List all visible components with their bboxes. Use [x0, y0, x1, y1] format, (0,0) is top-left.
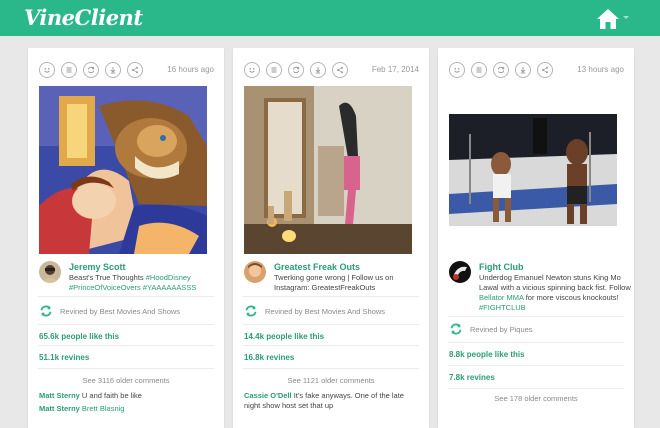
- comment-user[interactable]: Matt Sterny: [39, 391, 80, 400]
- hashtag-link[interactable]: #PrinceOfVoiceOvers: [69, 283, 141, 292]
- username[interactable]: Jeremy Scott: [69, 262, 126, 272]
- older-comments-link[interactable]: See 178 older comments: [438, 394, 634, 403]
- revines-count[interactable]: 16.8k revines: [244, 353, 294, 362]
- comment-user[interactable]: Matt Sterny: [39, 404, 80, 413]
- divider: [38, 296, 214, 297]
- hashtag-link[interactable]: #FIGHTCLUB: [479, 303, 526, 312]
- like-icon[interactable]: [244, 62, 260, 78]
- revine-icon[interactable]: [83, 62, 99, 78]
- divider: [243, 324, 419, 325]
- download-icon[interactable]: [515, 62, 531, 78]
- video-player[interactable]: [39, 86, 207, 254]
- chevron-down-icon[interactable]: [623, 16, 629, 19]
- username[interactable]: Greatest Freak Outs: [274, 262, 360, 272]
- revine-icon[interactable]: [288, 62, 304, 78]
- revines-count[interactable]: 7.8k revines: [449, 373, 495, 382]
- post-description: Underdog Emanuel Newton stuns King Mo La…: [479, 273, 631, 312]
- bellator-link[interactable]: Bellator MMA: [479, 293, 524, 302]
- likes-count[interactable]: 8.8k people like this: [449, 350, 525, 359]
- share-icon[interactable]: [127, 62, 143, 78]
- list-icon[interactable]: [61, 62, 77, 78]
- avatar[interactable]: [449, 261, 471, 283]
- revine-icon[interactable]: [493, 62, 509, 78]
- share-icon[interactable]: [332, 62, 348, 78]
- avatar[interactable]: [39, 261, 61, 283]
- vine-card: 13 hours ago Fight Club Underdog Emanuel…: [438, 48, 634, 428]
- video-player[interactable]: [244, 86, 412, 254]
- divider: [243, 345, 419, 346]
- divider: [448, 342, 624, 343]
- home-icon[interactable]: [596, 8, 620, 30]
- revines-count[interactable]: 51.1k revines: [39, 353, 89, 362]
- list-icon[interactable]: [266, 62, 282, 78]
- revined-by: Revined by Best Movies And Shows: [265, 307, 386, 316]
- revine-icon: [245, 305, 257, 317]
- video-player[interactable]: [449, 114, 617, 226]
- divider: [448, 388, 624, 389]
- divider: [243, 368, 419, 369]
- like-icon[interactable]: [449, 62, 465, 78]
- revined-by: Revined by Piques: [470, 325, 533, 334]
- top-bar: VineClient: [0, 0, 660, 36]
- divider: [448, 316, 624, 317]
- comment: Cassie O'Dell It's fake anyways. One of …: [244, 391, 404, 410]
- share-icon[interactable]: [537, 62, 553, 78]
- download-icon[interactable]: [310, 62, 326, 78]
- vine-card: 16 hours ago Jeremy Scott Beast's True T…: [28, 48, 224, 428]
- list-icon[interactable]: [471, 62, 487, 78]
- hashtag-link[interactable]: #HoodDisney: [146, 273, 191, 282]
- app-logo[interactable]: VineClient: [24, 5, 143, 30]
- divider: [243, 296, 419, 297]
- divider: [38, 324, 214, 325]
- likes-count[interactable]: 14.4k people like this: [244, 332, 324, 341]
- post-date: Feb 17, 2014: [371, 65, 419, 74]
- like-icon[interactable]: [39, 62, 55, 78]
- divider: [38, 345, 214, 346]
- comment-user[interactable]: Cassie O'Dell: [244, 391, 292, 400]
- avatar[interactable]: [244, 261, 266, 283]
- post-description: Twerking gone wrong | Follow us on Insta…: [274, 273, 394, 292]
- hashtag-link[interactable]: #YAAAAAASSS: [143, 283, 197, 292]
- post-description: Beast's True Thoughts #HoodDisney #Princ…: [69, 273, 197, 292]
- older-comments-link[interactable]: See 3116 older comments: [28, 376, 224, 385]
- comment: Matt Sterny Brett Blasnig: [39, 404, 124, 413]
- revined-by: Revined by Best Movies And Shows: [60, 307, 181, 316]
- likes-count[interactable]: 65.6k people like this: [39, 332, 119, 341]
- username[interactable]: Fight Club: [479, 262, 524, 272]
- download-icon[interactable]: [105, 62, 121, 78]
- older-comments-link[interactable]: See 1121 older comments: [233, 376, 429, 385]
- revine-icon: [450, 323, 462, 335]
- divider: [38, 368, 214, 369]
- revine-icon: [40, 305, 52, 317]
- vine-card: Feb 17, 2014 Greatest Freak Outs Twerkin…: [233, 48, 429, 428]
- divider: [448, 365, 624, 366]
- post-date: 16 hours ago: [167, 65, 214, 74]
- mention-link[interactable]: Brett Blasnig: [80, 404, 125, 413]
- post-date: 13 hours ago: [577, 65, 624, 74]
- comment: Matt Sterny U and faith be like: [39, 391, 142, 400]
